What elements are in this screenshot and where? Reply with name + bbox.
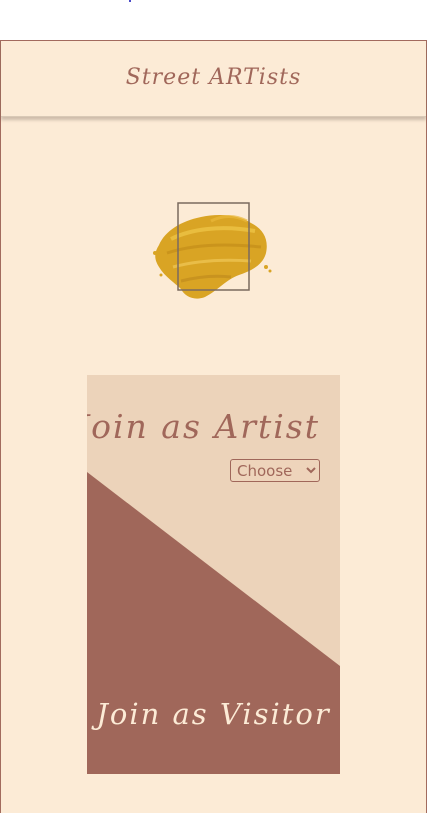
page: Street ARTists Join as Artist Choose Joi… [0,40,427,813]
paint-brush-stroke-icon [151,201,273,301]
join-as-visitor-title[interactable]: Join as Visitor [87,697,340,731]
site-header: Street ARTists [1,41,426,117]
top-dot [129,0,131,2]
join-as-artist-title[interactable]: Join as Artist [87,407,320,446]
join-card: Join as Artist Choose Join as Visitor [87,375,340,774]
artist-role-select[interactable]: Choose [230,459,320,482]
brand-title[interactable]: Street ARTists [1,65,426,90]
